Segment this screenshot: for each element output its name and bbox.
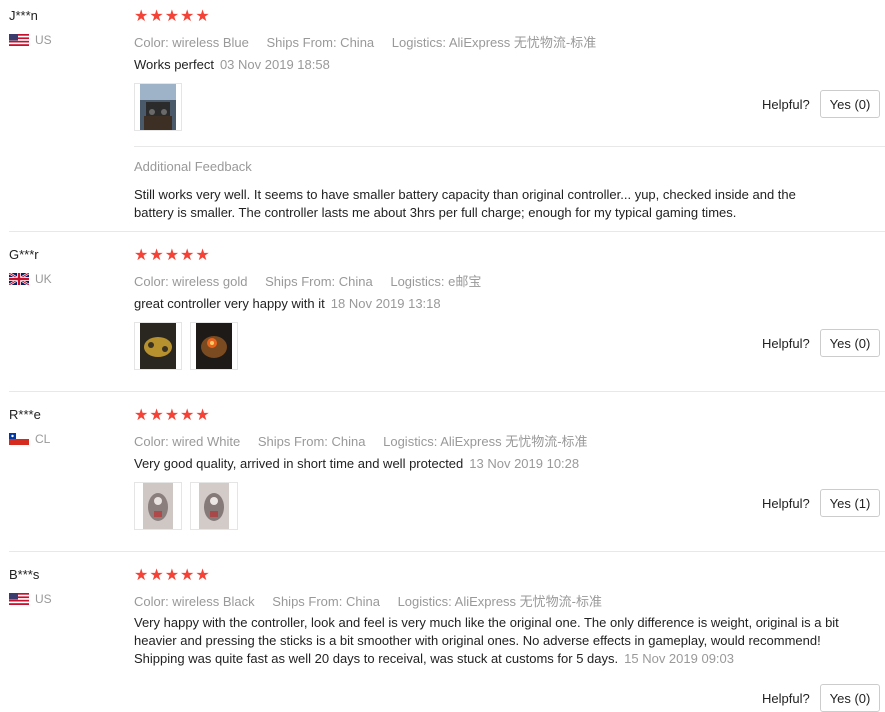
review-images [134, 322, 238, 370]
logistics: Logistics: AliExpress 无忧物流-标准 [397, 594, 602, 609]
review-text: great controller very happy with it [134, 296, 325, 311]
review-text-row: Very good quality, arrived in short time… [134, 455, 854, 473]
additional-feedback-label: Additional Feedback [134, 159, 252, 174]
review-meta: Color: wireless Black Ships From: China … [134, 591, 616, 610]
helpful-label: Helpful? [762, 691, 810, 706]
review-text: Works perfect [134, 57, 214, 72]
review-image-thumb[interactable] [190, 482, 238, 530]
us-flag-icon [9, 593, 29, 605]
us-flag-icon [9, 34, 29, 46]
reviewer-name: J***n [9, 8, 38, 23]
review-image-thumb[interactable] [134, 482, 182, 530]
country-code: US [35, 592, 52, 606]
star-rating: ★★★★★ [134, 247, 211, 264]
reviewer-country: US [9, 33, 52, 47]
review-divider [9, 231, 885, 232]
logistics: Logistics: AliExpress 无忧物流-标准 [391, 35, 597, 50]
ships-from: Ships From: China [257, 434, 366, 449]
review-images [134, 83, 182, 131]
review-image-thumb[interactable] [190, 322, 238, 370]
review-image-thumb[interactable] [134, 322, 182, 370]
review-meta: Color: wired White Ships From: China Log… [134, 431, 602, 450]
helpful-yes-button[interactable]: Yes (0) [820, 329, 880, 357]
reviewer-country: UK [9, 272, 52, 286]
reviewer-country: US [9, 592, 52, 606]
review-date: 13 Nov 2019 10:28 [469, 456, 580, 471]
review-text-row: great controller very happy with it 18 No… [134, 295, 854, 313]
review-meta: Color: wireless gold Ships From: China L… [134, 271, 495, 290]
review-images [134, 482, 238, 530]
star-rating: ★★★★★ [134, 567, 211, 584]
country-code: CL [35, 432, 51, 446]
review-divider [9, 551, 885, 552]
helpful-label: Helpful? [762, 496, 810, 511]
review-text: Very good quality, arrived in short time… [134, 456, 464, 471]
ships-from: Ships From: China [272, 594, 380, 609]
reviewer-country: CL [9, 432, 50, 446]
review-date: 15 Nov 2019 09:03 [624, 651, 734, 666]
country-code: US [35, 33, 52, 47]
sku-color: Color: wired White [134, 434, 241, 449]
review-divider [9, 391, 885, 392]
helpful-label: Helpful? [762, 97, 810, 112]
helpful-yes-button[interactable]: Yes (0) [820, 90, 880, 118]
review-text-row: Works perfect 03 Nov 2019 18:58 [134, 56, 854, 74]
review-date: 03 Nov 2019 18:58 [219, 57, 330, 72]
cl-flag-icon [9, 433, 29, 445]
sku-color: Color: wireless Blue [134, 35, 249, 50]
ships-from: Ships From: China [266, 35, 375, 50]
reviewer-name: B***s [9, 567, 40, 582]
additional-feedback-text: Still works very well. It seems to have … [134, 187, 796, 220]
review-meta: Color: wireless Blue Ships From: China L… [134, 32, 610, 51]
logistics: Logistics: e邮宝 [390, 274, 482, 289]
sku-color: Color: wireless gold [134, 274, 248, 289]
sku-color: Color: wireless Black [134, 594, 255, 609]
reviewer-name: R***e [9, 407, 41, 422]
helpful-yes-button[interactable]: Yes (1) [820, 489, 880, 517]
logistics: Logistics: AliExpress 无忧物流-标准 [383, 434, 588, 449]
helpful-label: Helpful? [762, 336, 810, 351]
divider [134, 146, 885, 147]
review-text-row: Very happy with the controller, look and… [134, 614, 849, 668]
review-date: 18 Nov 2019 13:18 [330, 296, 441, 311]
reviewer-name: G***r [9, 247, 39, 262]
star-rating: ★★★★★ [134, 407, 211, 424]
uk-flag-icon [9, 273, 29, 285]
ships-from: Ships From: China [265, 274, 373, 289]
country-code: UK [35, 272, 52, 286]
review-image-thumb[interactable] [134, 83, 182, 131]
star-rating: ★★★★★ [134, 8, 211, 25]
